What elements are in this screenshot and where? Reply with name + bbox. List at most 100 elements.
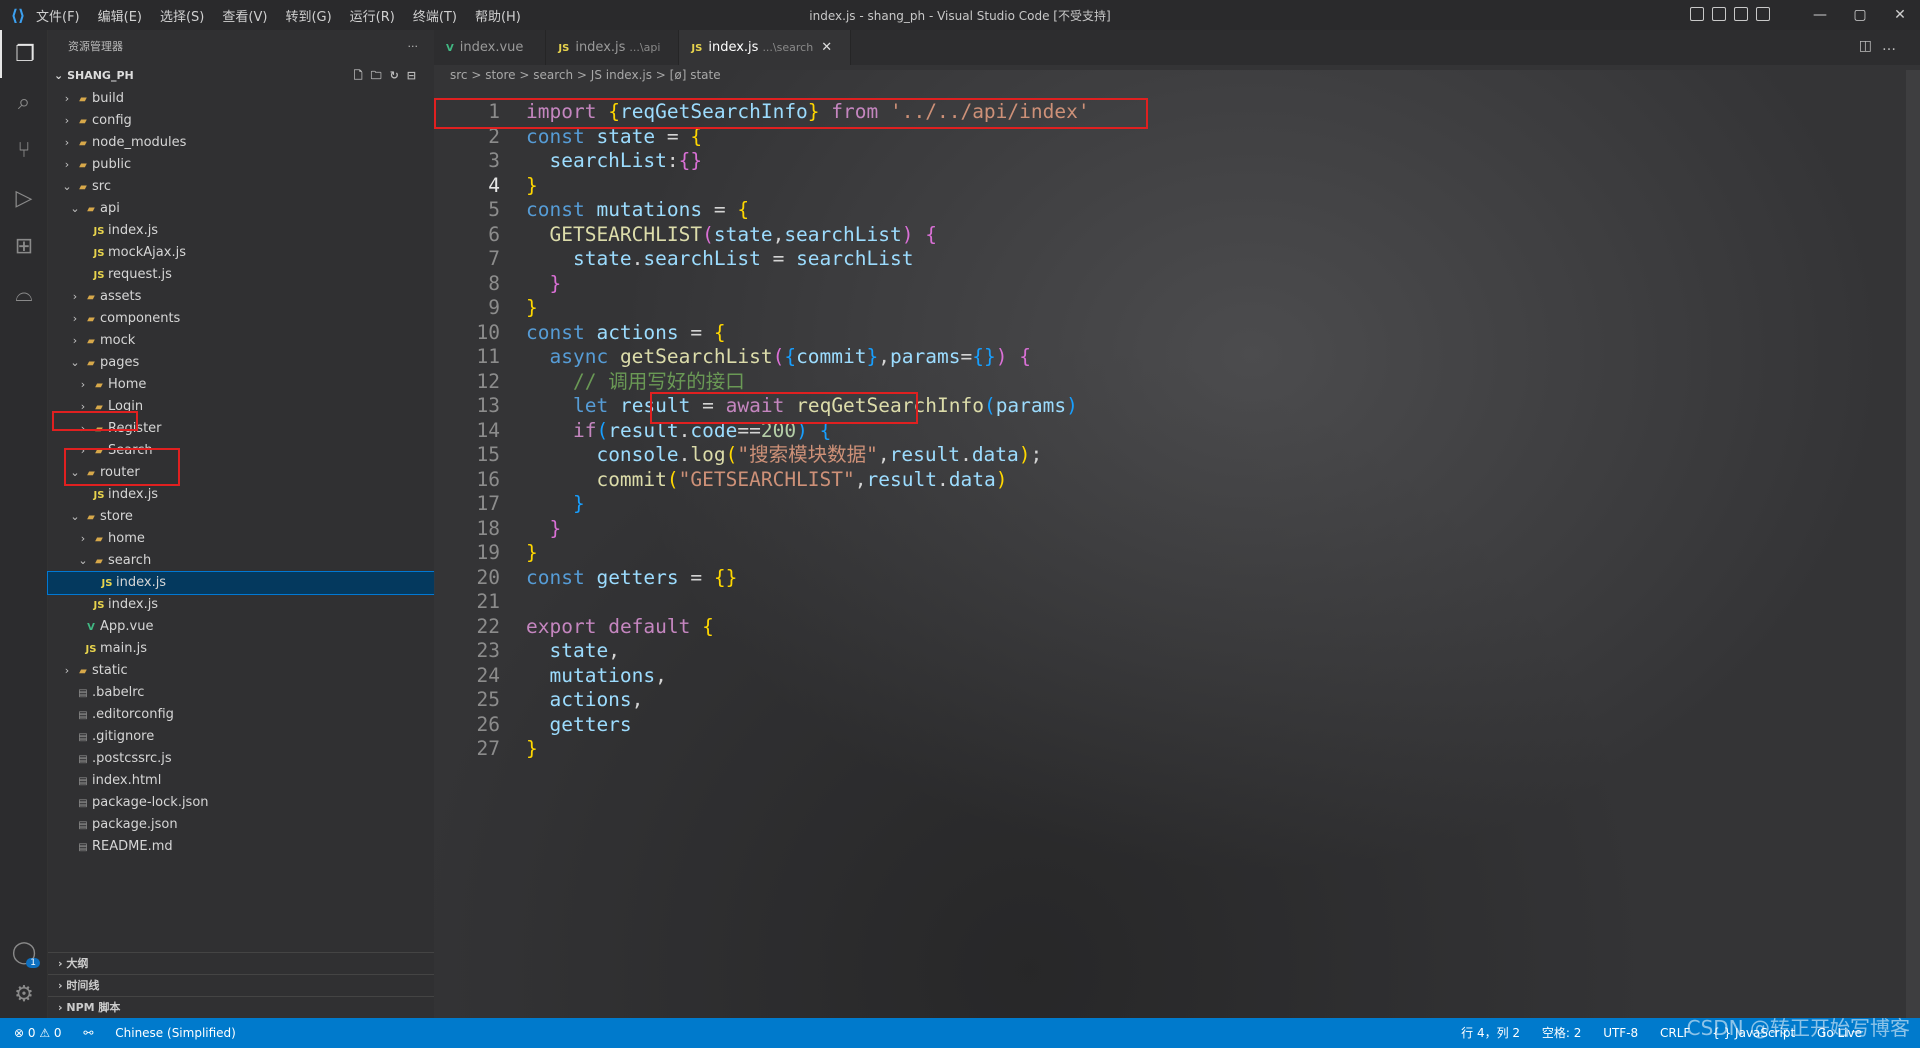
more-actions-icon[interactable]: … [1882,38,1906,54]
new-file-icon[interactable]: 🗋 [354,69,371,82]
code-token: const [526,320,585,344]
file-icon: ▤ [78,732,88,743]
tree-file[interactable]: V App.vue [48,616,434,638]
run-debug-icon[interactable]: ▷ [0,174,48,222]
code-text: if(result.code==200) { [526,419,831,443]
menu-item[interactable]: 运行(R) [350,10,395,25]
source-control-icon[interactable]: ⑂ [0,126,48,174]
new-folder-icon[interactable]: 🗀 [371,69,390,82]
chevron-right-icon: › [80,400,86,413]
tree-folder[interactable]: ⌄ ▰ src [48,176,434,198]
code-line: 24 mutations, [434,664,1834,688]
tree-file[interactable]: JS index.js [47,571,435,595]
close-window-button[interactable]: ✕ [1880,7,1920,23]
account-icon[interactable]: ◯ 1 [0,928,48,976]
code-token: getSearchList [619,345,773,368]
minimize-button[interactable]: — [1800,7,1840,23]
broadcast-icon[interactable]: ⚯ [83,1026,93,1040]
tree-folder[interactable]: › ▰ home [48,528,434,550]
tree-folder[interactable]: › ▰ mock [48,330,434,352]
more-actions-icon[interactable]: ··· [408,30,419,64]
explorer-sidebar: 资源管理器 ··· ⌄ SHANG_PH 🗋🗀↻⊟ › ▰ build › ▰ confi… [47,30,435,1018]
tree-folder[interactable]: ⌄ ▰ store [48,506,434,528]
code-token: result [866,467,937,491]
language-pack-indicator[interactable]: Chinese (Simplified) [115,1026,236,1040]
tree-folder[interactable]: ⌄ ▰ pages [48,352,434,374]
search-icon[interactable]: ⌕ [0,78,48,126]
tree-file[interactable]: ▤ .editorconfig [48,704,434,726]
tree-item-label: package-lock.json [92,795,209,810]
tree-file[interactable]: ▤ .gitignore [48,726,434,748]
tree-folder[interactable]: ⌄ ▰ api [48,198,434,220]
menu-item[interactable]: 编辑(E) [98,10,142,25]
menu-item[interactable]: 转到(G) [285,10,331,25]
split-editor-icon[interactable]: ◫ [1859,38,1882,54]
extensions-icon[interactable]: ⊞ [0,222,48,270]
maximize-button[interactable]: ▢ [1840,7,1880,23]
project-root[interactable]: ⌄ SHANG_PH 🗋🗀↻⊟ [48,64,434,88]
tree-file[interactable]: JS request.js [48,264,434,286]
tree-folder[interactable]: › ▰ assets [48,286,434,308]
explorer-icon[interactable]: ❐ [0,30,48,78]
menu-item[interactable]: 选择(S) [160,10,204,25]
settings-gear-icon[interactable]: ⚙ [0,970,48,1018]
menu-item[interactable]: 终端(T) [413,10,457,25]
tree-folder[interactable]: › ▰ Search [48,440,434,462]
menu-item[interactable]: 文件(F) [36,10,80,25]
tree-folder[interactable]: › ▰ public [48,154,434,176]
cursor-position[interactable]: 行 4，列 2 [1461,1026,1520,1040]
vertical-scrollbar[interactable] [1906,70,1920,1018]
npm-scripts-section[interactable]: › NPM 脚本 [48,996,434,1018]
problems-indicator[interactable]: ⊗ 0 ⚠ 0 [14,1026,62,1040]
tree-file[interactable]: JS index.js [48,594,434,616]
tree-file[interactable]: JS mockAjax.js [48,242,434,264]
close-tab-icon[interactable]: ✕ [821,40,832,55]
indentation[interactable]: 空格: 2 [1542,1026,1582,1040]
menu-item[interactable]: 帮助(H) [475,10,521,25]
editor-tab[interactable]: Vindex.vue [434,30,547,65]
toggle-panel-icon[interactable] [1712,7,1726,21]
tree-folder[interactable]: ⌄ ▰ router [48,462,434,484]
folder-icon: ▰ [79,160,87,171]
code-text: } [526,272,561,296]
menu-item[interactable]: 查看(V) [222,10,267,25]
tree-folder[interactable]: › ▰ build [48,88,434,110]
editor-tab[interactable]: JS index.js ...\api [546,30,680,65]
tree-file[interactable]: ▤ .babelrc [48,682,434,704]
customize-layout-icon[interactable] [1756,7,1770,21]
tree-file[interactable]: JS main.js [48,638,434,660]
tree-file[interactable]: JS index.js [48,220,434,242]
tree-file[interactable]: ▤ README.md [48,836,434,858]
tree-folder[interactable]: › ▰ static [48,660,434,682]
collapse-all-icon[interactable]: ⊟ [407,69,424,82]
code-token: , [878,345,891,368]
refresh-icon[interactable]: ↻ [390,69,407,82]
tree-file[interactable]: ▤ package.json [48,814,434,836]
remote-icon[interactable]: ⌓ [0,270,48,318]
chevron-down-icon: ⌄ [54,69,64,82]
editor-tab[interactable]: JS index.js ...\search ✕ [679,30,852,65]
tree-folder[interactable]: ⌄ ▰ search [48,550,434,572]
tree-file[interactable]: ▤ .postcssrc.js [48,748,434,770]
toggle-secondary-sidebar-icon[interactable] [1734,7,1748,21]
tree-folder[interactable]: › ▰ components [48,308,434,330]
tree-folder[interactable]: › ▰ config [48,110,434,132]
tree-file[interactable]: JS index.js [48,484,434,506]
encoding[interactable]: UTF-8 [1603,1026,1638,1040]
tree-folder[interactable]: › ▰ node_modules [48,132,434,154]
tree-file[interactable]: ▤ index.html [48,770,434,792]
tree-folder[interactable]: › ▰ Home [48,374,434,396]
timeline-section[interactable]: › 时间线 [48,974,434,996]
code-line: 1 import {reqGetSearchInfo} from '../../a… [434,100,1834,124]
chevron-right-icon: › [64,136,70,149]
toggle-sidebar-icon[interactable] [1690,7,1704,21]
breadcrumb[interactable]: src > store > search > JS index.js > [ø]… [450,68,721,82]
tree-folder[interactable]: › ▰ Register [48,418,434,440]
tree-item-label: mockAjax.js [108,245,186,260]
outline-section[interactable]: › 大纲 [48,952,434,974]
tree-folder[interactable]: › ▰ Login [48,396,434,418]
tree-file[interactable]: ▤ package-lock.json [48,792,434,814]
